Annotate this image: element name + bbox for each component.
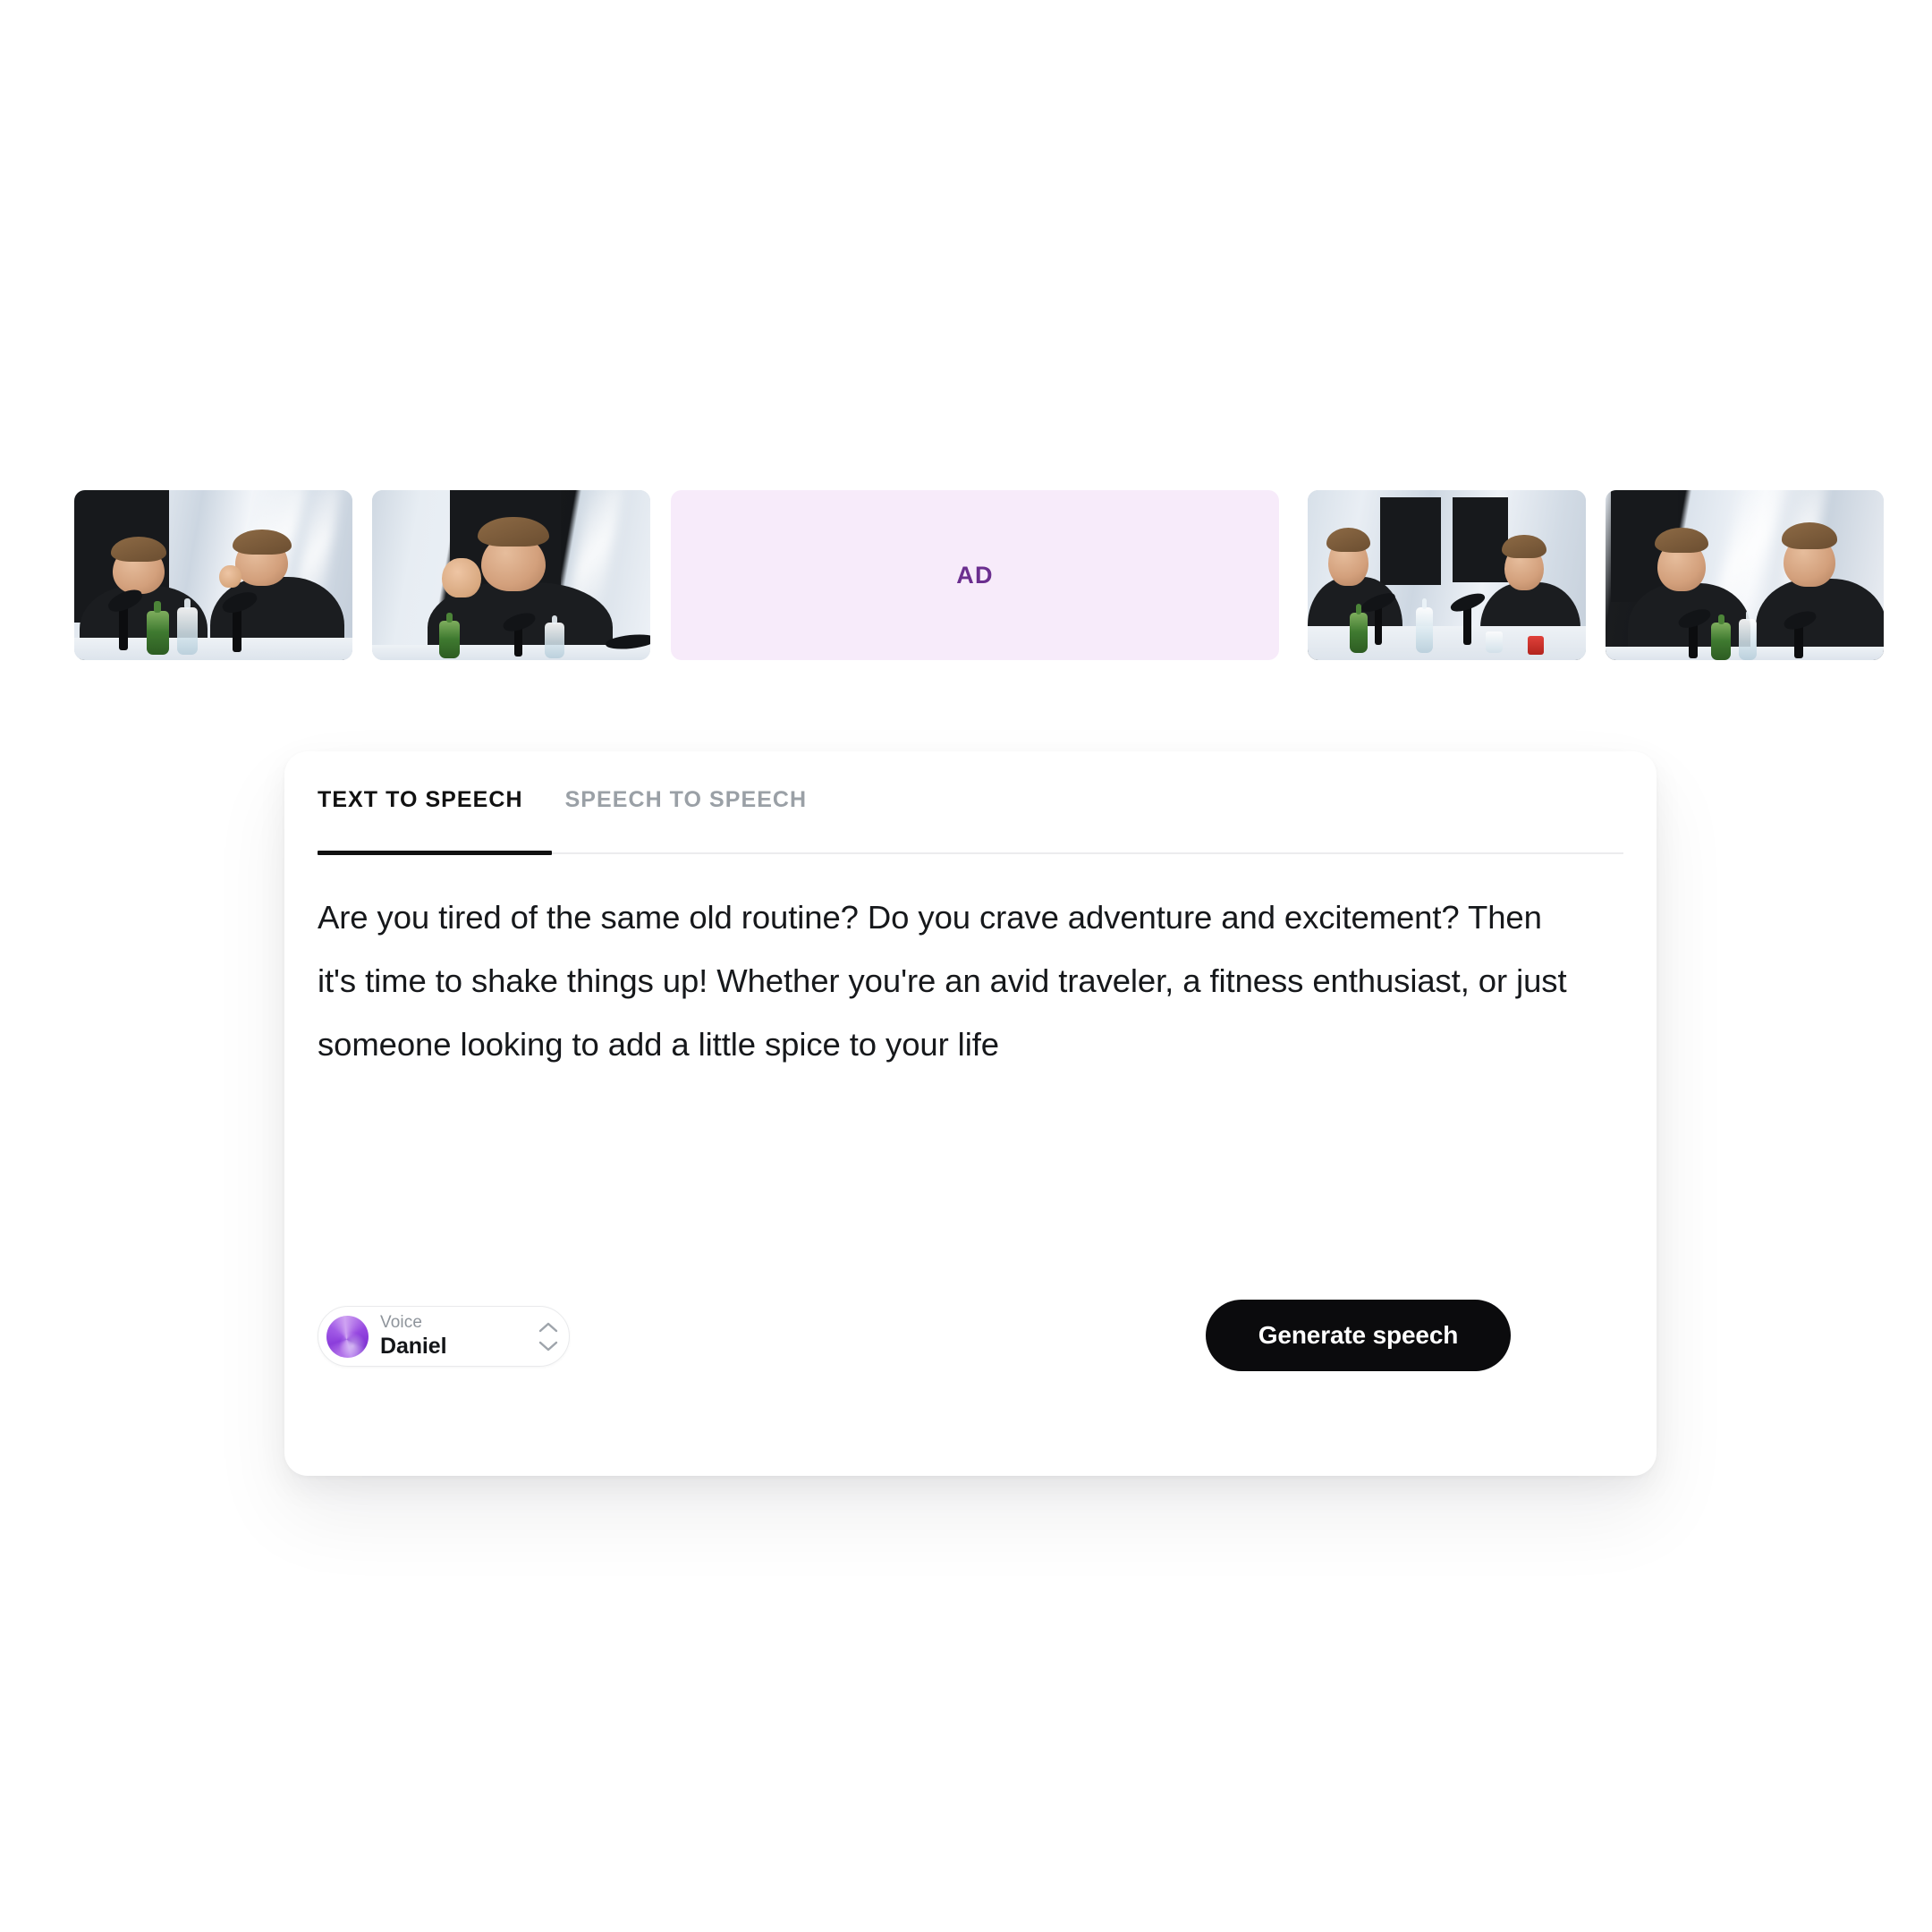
voice-picker-value: Daniel [380, 1333, 447, 1359]
script-textarea[interactable]: Are you tired of the same old routine? D… [318, 886, 1588, 1076]
timeline-clip-1[interactable] [74, 490, 352, 660]
voice-picker-text: Voice Daniel [380, 1313, 537, 1359]
timeline-clip-5[interactable] [1606, 490, 1884, 660]
chevron-up-icon[interactable] [538, 1321, 559, 1334]
chevron-down-icon[interactable] [538, 1340, 559, 1352]
clip-thumbnail-image [372, 490, 650, 660]
video-timeline-strip: AD [0, 490, 1932, 660]
ad-slot-label: AD [956, 561, 994, 589]
voice-picker[interactable]: Voice Daniel [318, 1306, 570, 1367]
clip-thumbnail-image [74, 490, 352, 660]
timeline-clip-2[interactable] [372, 490, 650, 660]
timeline-clip-4[interactable] [1308, 490, 1586, 660]
tab-active-indicator [318, 851, 552, 855]
tab-speech-to-speech[interactable]: SPEECH TO SPEECH [565, 789, 808, 820]
app-root: AD TEXT TO SPEECH SPEECH TO SPEECH Are y… [0, 0, 1932, 1932]
clip-thumbnail-image [1606, 490, 1884, 660]
tab-text-to-speech[interactable]: TEXT TO SPEECH [318, 789, 523, 820]
text-to-speech-card: TEXT TO SPEECH SPEECH TO SPEECH Are you … [284, 751, 1657, 1476]
voice-picker-label: Voice [380, 1313, 422, 1333]
ad-slot[interactable]: AD [671, 490, 1279, 660]
generate-speech-button[interactable]: Generate speech [1206, 1300, 1511, 1371]
card-tab-bar: TEXT TO SPEECH SPEECH TO SPEECH [318, 789, 1623, 853]
voice-avatar [326, 1315, 369, 1358]
clip-thumbnail-image [1308, 490, 1586, 660]
voice-stepper[interactable] [537, 1317, 560, 1356]
